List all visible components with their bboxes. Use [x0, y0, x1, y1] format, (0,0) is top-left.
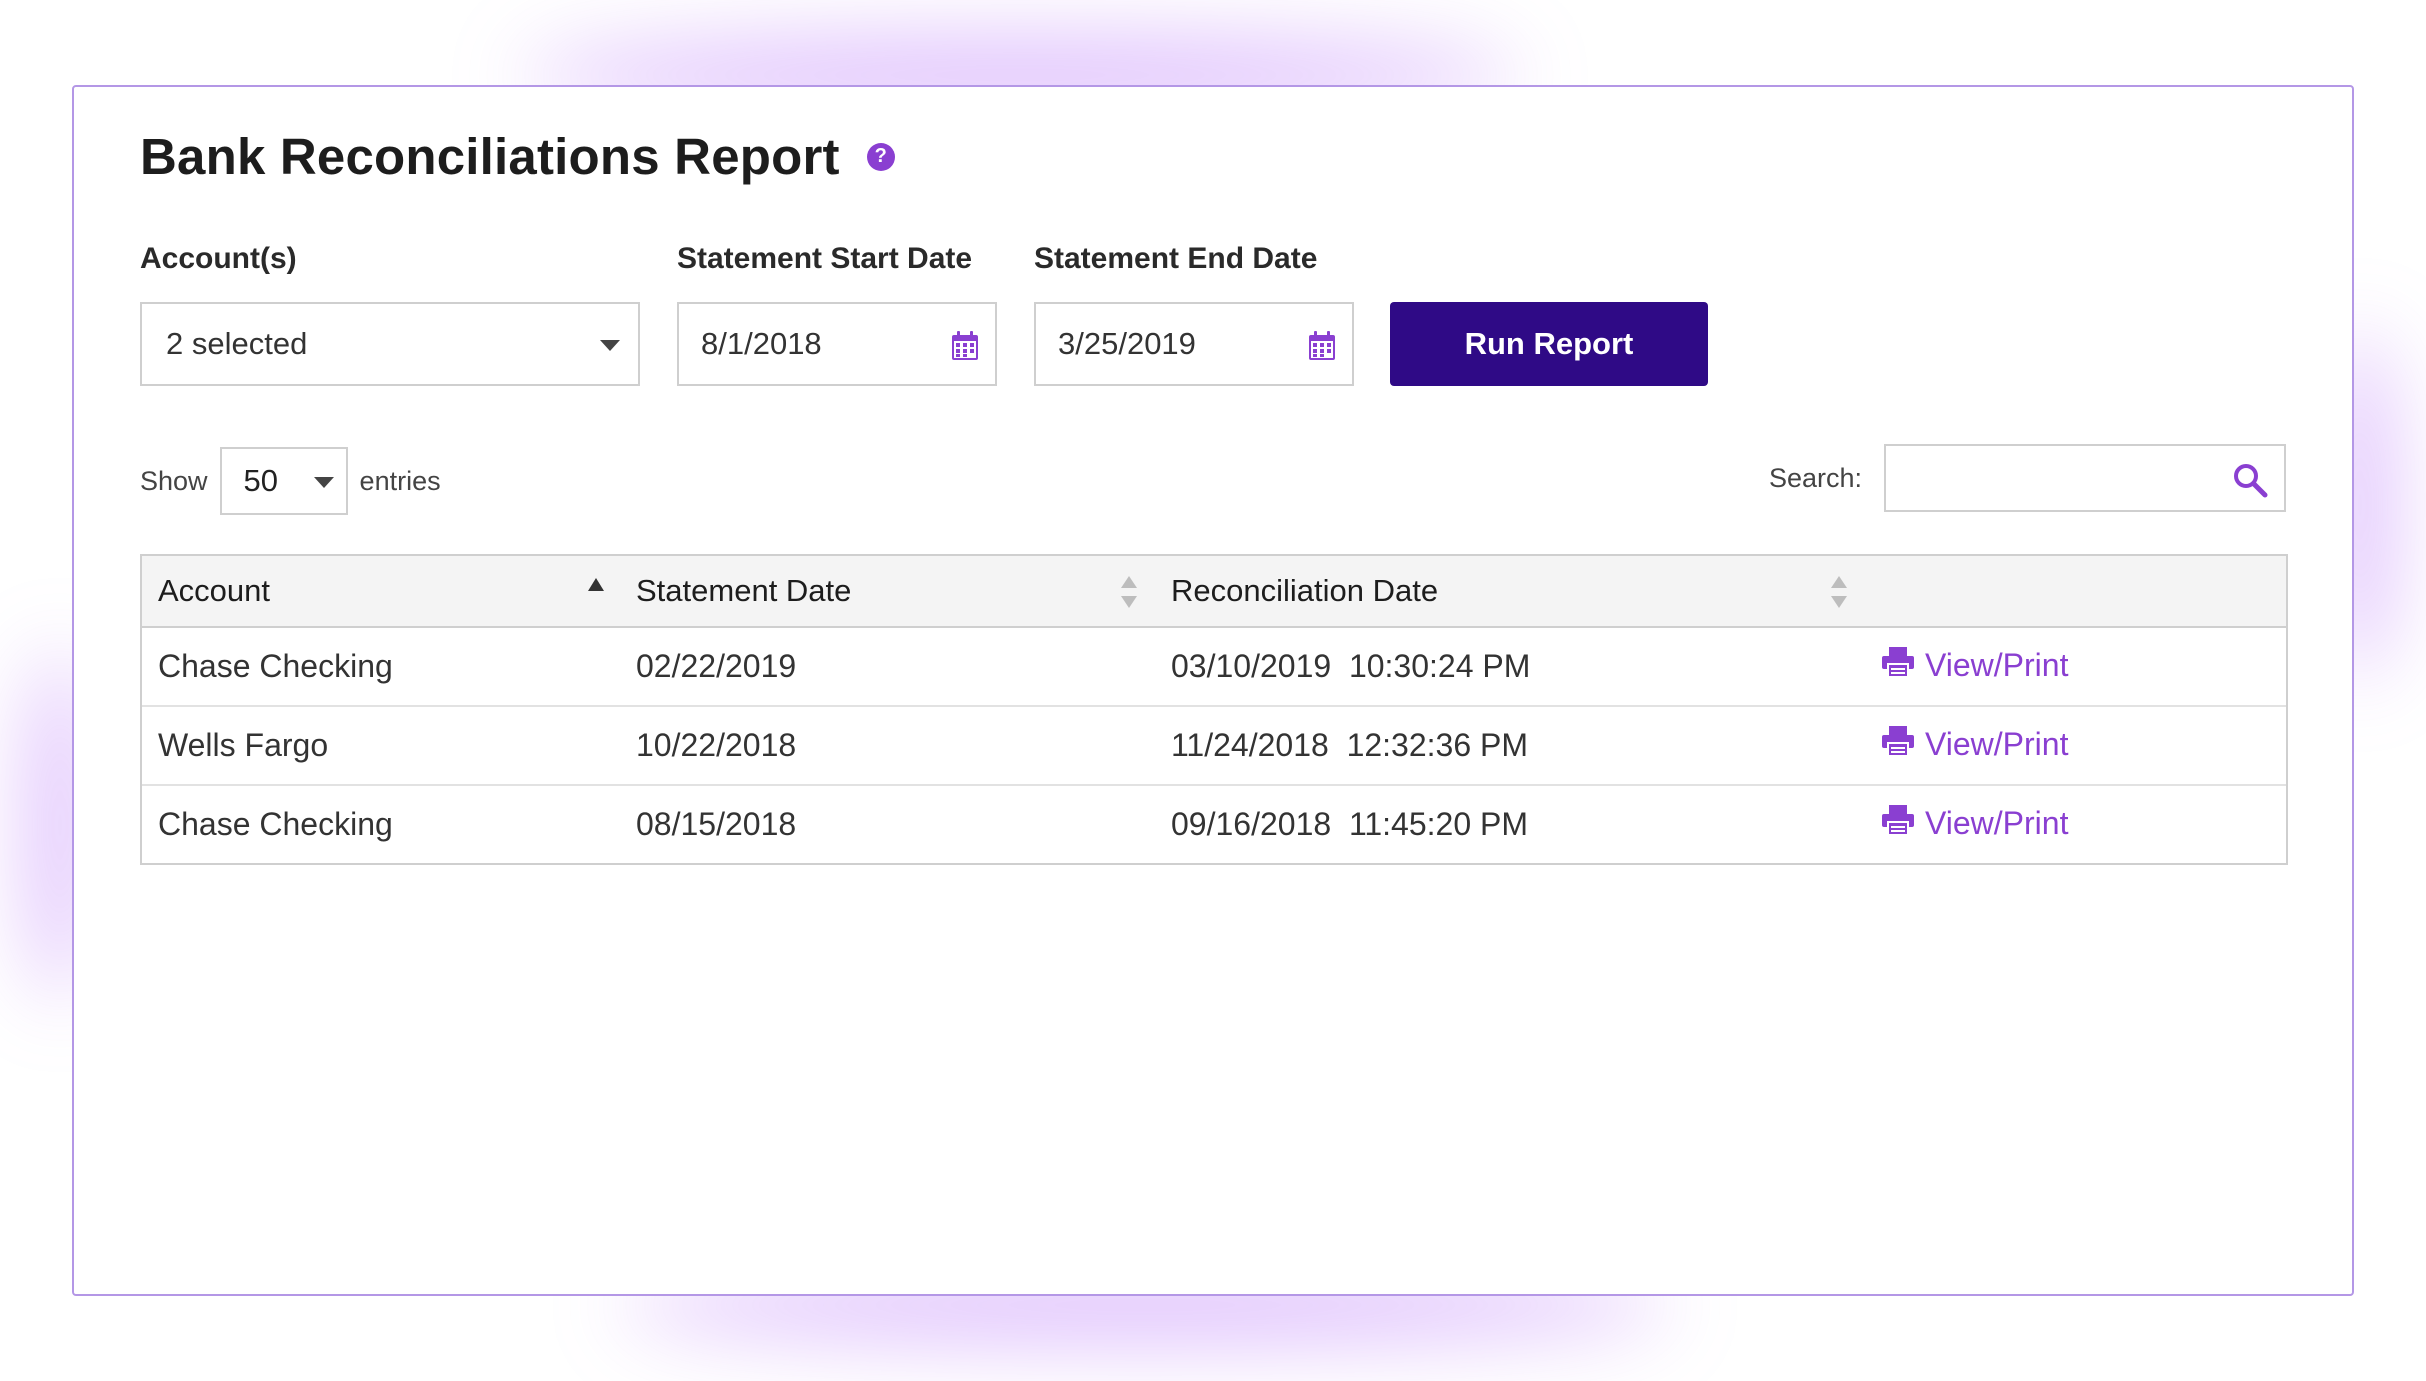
cell-action: View/Print — [1865, 627, 2286, 707]
sort-icon — [1121, 576, 1137, 608]
view-print-label: View/Print — [1925, 725, 2069, 762]
question-circle-icon[interactable]: ? — [866, 142, 895, 171]
start-date-field[interactable]: 8/1/2018 — [677, 302, 997, 386]
cell-statement-date: 10/22/2018 — [620, 706, 1155, 786]
cell-account: Wells Fargo — [142, 706, 620, 786]
run-report-button[interactable]: Run Report — [1390, 302, 1708, 386]
view-print-link[interactable]: View/Print — [1881, 726, 2068, 763]
page-length-select[interactable]: 50 — [219, 447, 348, 515]
calendar-icon[interactable] — [1308, 331, 1336, 361]
search-label: Search: — [1768, 462, 1862, 493]
column-header-label: Reconciliation Date — [1171, 573, 1439, 608]
cell-action: View/Print — [1865, 785, 2286, 863]
end-date-label: Statement End Date — [1034, 242, 1318, 275]
view-print-link[interactable]: View/Print — [1881, 805, 2068, 842]
cell-account: Chase Checking — [158, 806, 393, 842]
table-search: Search: — [1769, 444, 2286, 512]
cell-statement-date: 02/22/2019 — [620, 627, 1155, 707]
entries-label: entries — [359, 465, 441, 496]
end-date-value: 3/25/2019 — [1058, 326, 1196, 361]
cell-action: View/Print — [1865, 706, 2286, 786]
show-label: Show — [140, 465, 208, 496]
view-print-link[interactable]: View/Print — [1881, 647, 2068, 684]
table-row: Chase Checking 02/22/2019 03/10/2019 10:… — [142, 627, 2286, 707]
chevron-down-icon — [600, 340, 620, 351]
sort-icon — [1831, 576, 1847, 608]
cell-statement-date: 08/15/2018 — [636, 806, 797, 842]
calendar-icon[interactable] — [951, 331, 979, 361]
cell-reconciliation-date: 11/24/2018 12:32:36 PM — [1155, 706, 1865, 786]
page-length-value: 50 — [243, 463, 279, 498]
table-header-row: Account Statement Date Reconciliation Da… — [142, 556, 2286, 628]
view-print-label: View/Print — [1925, 804, 2069, 841]
printer-icon — [1882, 805, 1914, 837]
reconciliations-table: Account Statement Date Reconciliation Da… — [140, 554, 2288, 865]
cell-reconciliation-date: 03/10/2019 10:30:24 PM — [1155, 627, 1865, 707]
search-input[interactable] — [1898, 448, 2232, 510]
printer-icon — [1882, 726, 1914, 758]
title-row: Bank Reconciliations Report ? — [140, 127, 895, 186]
column-header-label: Account — [158, 573, 271, 608]
column-header-account[interactable]: Account — [142, 556, 620, 628]
cell-account: Chase Checking — [142, 627, 620, 707]
search-icon[interactable] — [2232, 462, 2268, 498]
printer-icon — [1882, 647, 1914, 679]
accounts-select-value: 2 selected — [166, 326, 308, 361]
table-row: Chase Checking 08/15/2018 09/16/2018 11:… — [142, 785, 2286, 863]
column-header-actions — [1865, 556, 2286, 628]
end-date-field[interactable]: 3/25/2019 — [1034, 302, 1354, 386]
column-header-statement-date[interactable]: Statement Date — [620, 556, 1155, 628]
column-header-reconciliation-date[interactable]: Reconciliation Date — [1155, 556, 1865, 628]
search-box[interactable] — [1884, 444, 2286, 512]
report-card: Bank Reconciliations Report ? Account(s)… — [72, 85, 2354, 1296]
table-row: Wells Fargo 10/22/2018 11/24/2018 12:32:… — [142, 706, 2286, 786]
view-print-label: View/Print — [1925, 646, 2069, 683]
chevron-down-icon — [313, 477, 334, 488]
page-title: Bank Reconciliations Report — [140, 128, 840, 185]
cell-reconciliation-date: 09/16/2018 11:45:20 PM — [1171, 806, 1529, 842]
accounts-label: Account(s) — [140, 242, 297, 275]
accounts-select[interactable]: 2 selected — [140, 302, 640, 386]
sort-ascending-icon — [588, 578, 604, 591]
page-length-control: Show 50 entries — [140, 447, 441, 515]
start-date-value: 8/1/2018 — [701, 326, 822, 361]
start-date-label: Statement Start Date — [677, 242, 973, 275]
column-header-label: Statement Date — [636, 573, 852, 608]
